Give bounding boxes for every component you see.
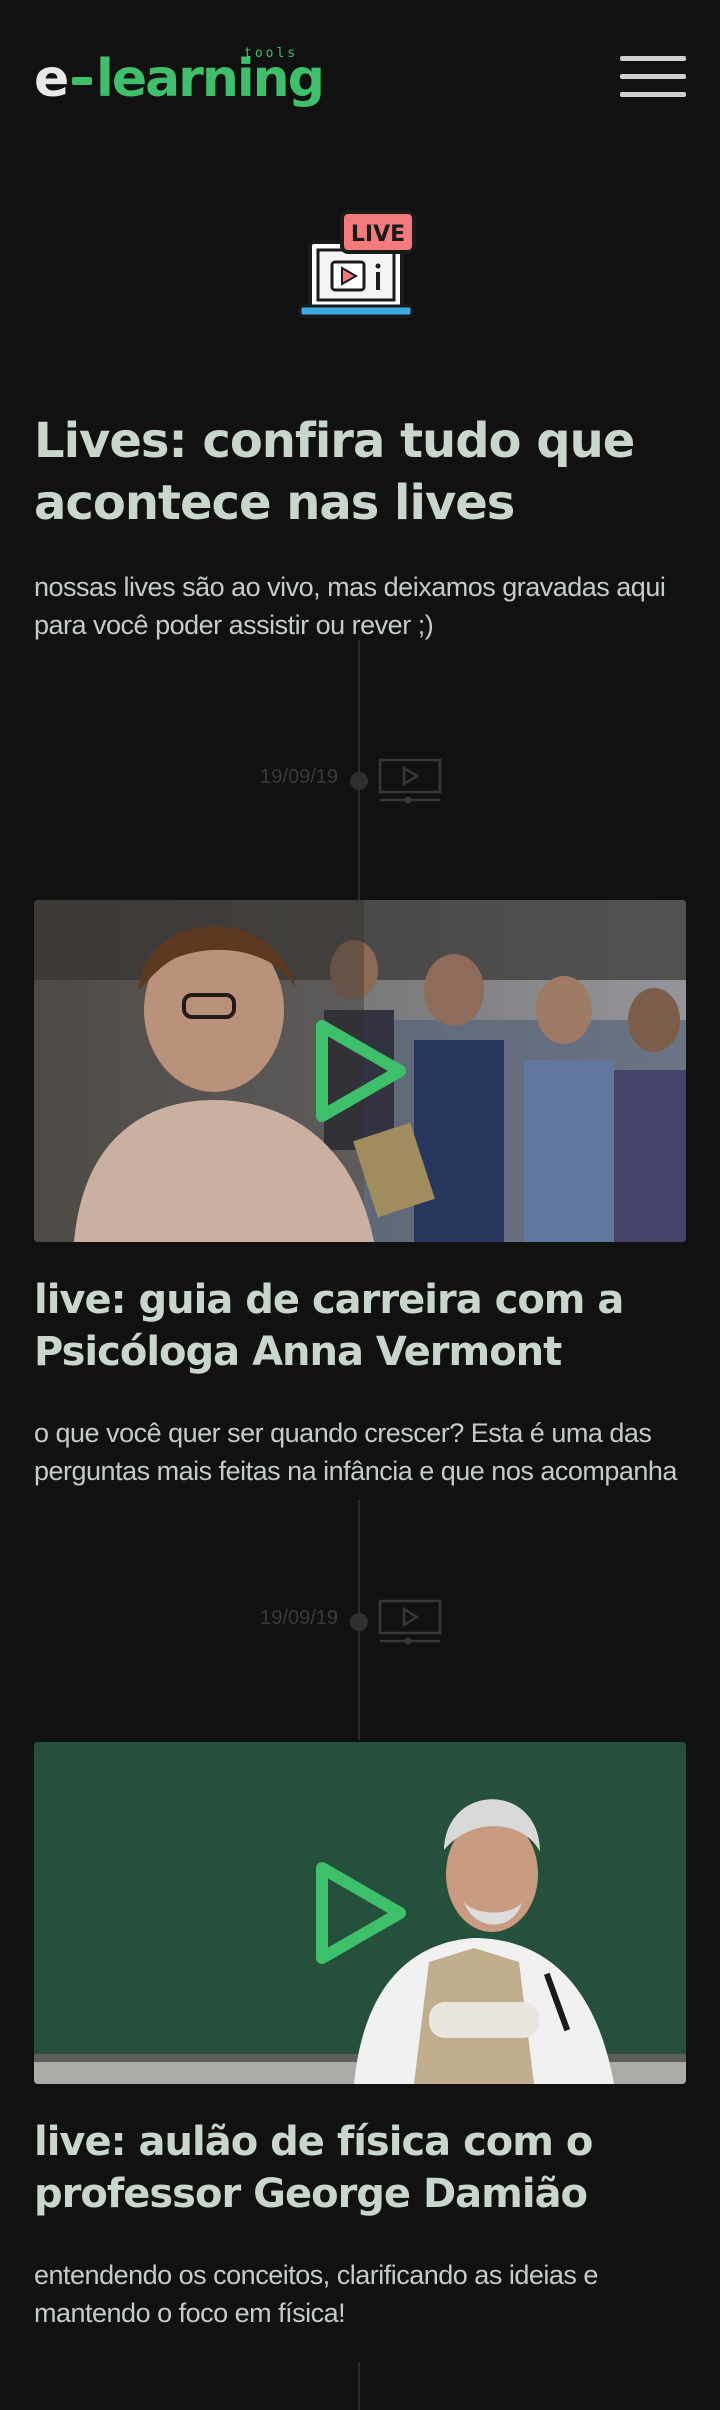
- page-title: Lives: confira tudo que acontece nas liv…: [34, 413, 635, 531]
- timeline-line: [358, 2362, 360, 2410]
- live-badge-text: LIVE: [351, 222, 405, 247]
- timeline-dot: [350, 772, 368, 790]
- logo-tools: tools: [244, 46, 299, 61]
- logo[interactable]: e learning tools: [34, 44, 334, 114]
- hamburger-menu-icon[interactable]: [620, 56, 686, 98]
- live-description: entendendo os conceitos, clarificando as…: [34, 2260, 598, 2328]
- play-icon[interactable]: [308, 1858, 412, 1968]
- video-player-icon: [378, 1599, 442, 1645]
- video-player-icon: [378, 758, 442, 804]
- logo-e: e: [34, 49, 69, 109]
- live-description: o que você quer ser quando crescer? Esta…: [34, 1418, 677, 1486]
- logo-dash: [72, 77, 92, 85]
- play-icon[interactable]: [308, 1016, 412, 1126]
- timeline-date-row: 19/09/19: [0, 754, 720, 804]
- live-date: 19/09/19: [260, 766, 338, 788]
- live-laptop-icon: LIVE: [298, 210, 416, 318]
- live-title[interactable]: live: guia de carreira com a Psicóloga A…: [34, 1274, 674, 1378]
- live-date: 19/09/19: [260, 1607, 338, 1629]
- page-subtitle: nossas lives são ao vivo, mas deixamos g…: [34, 572, 666, 640]
- live-title[interactable]: live: aulão de física com o professor Ge…: [34, 2116, 674, 2220]
- live-thumbnail[interactable]: [34, 1742, 686, 2084]
- site-header: e learning tools: [0, 0, 720, 150]
- timeline-date-row: 19/09/19: [0, 1595, 720, 1645]
- timeline-dot: [350, 1613, 368, 1631]
- live-thumbnail[interactable]: [34, 900, 686, 1242]
